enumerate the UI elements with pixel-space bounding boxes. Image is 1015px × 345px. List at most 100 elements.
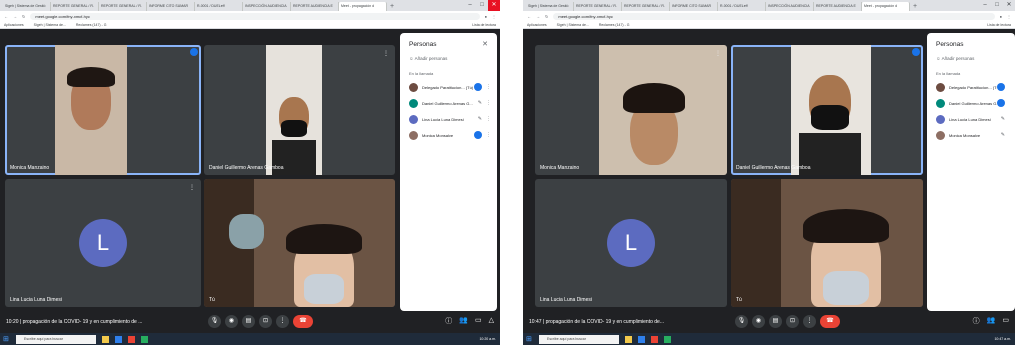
more-options-button[interactable]: ⋮ <box>276 315 289 328</box>
activities-icon[interactable]: △ <box>489 316 494 326</box>
tile-menu-icon[interactable]: ⋮ <box>189 184 195 191</box>
people-row[interactable]: Lina Lucia Luna Dimesi ✎ ⋮ <box>409 113 491 125</box>
video-tile-self[interactable]: Tú <box>204 179 395 307</box>
present-button[interactable]: ⊡ <box>259 315 272 328</box>
video-tile-monica[interactable]: ⋮ Monica Manzaino <box>535 45 727 175</box>
address-bar[interactable]: meet.google.com/fny-xmcf-hyc <box>553 12 995 20</box>
browser-tab[interactable]: REPORTE GENERAL / R. <box>574 2 622 11</box>
row-menu-icon[interactable]: ⋮ <box>486 84 491 90</box>
people-icon[interactable]: 👥 <box>987 316 996 326</box>
tile-menu-icon[interactable]: ⋮ <box>383 50 389 57</box>
profile-icon[interactable]: ● <box>485 14 487 19</box>
video-tile-lina[interactable]: L Lina Lucia Luna Dimesi <box>535 179 727 307</box>
bookmark-reclames[interactable]: Reclames (147) - G <box>76 23 107 27</box>
browser-tab[interactable]: Sigeh | Sistema de Gestió <box>3 2 51 11</box>
taskbar-search[interactable]: Escribe aquí para buscar <box>16 334 96 344</box>
reading-list-link[interactable]: Lista de lectura <box>987 23 1011 27</box>
browser-tab[interactable]: INFORME CITO SUMAR <box>147 2 195 11</box>
chrome-icon[interactable] <box>128 335 135 343</box>
minimize-icon[interactable]: – <box>464 0 476 11</box>
add-people-button[interactable]: ☺ Añadir personas <box>409 56 447 61</box>
end-call-button[interactable]: ☎ <box>293 315 313 328</box>
present-button[interactable]: ⊡ <box>786 315 799 328</box>
chrome-icon[interactable] <box>651 335 658 343</box>
people-row[interactable]: Delegado Paratitucion... (Tú) ⋮ <box>409 81 491 93</box>
bookmark-apps[interactable]: Aplicaciones <box>4 23 24 27</box>
people-row[interactable]: Daniel Guillermo Arenas G... ✎ ⋮ <box>409 97 491 109</box>
close-window-icon[interactable]: ✕ <box>1003 0 1015 11</box>
browser-tab-active[interactable]: Meet - propagación d <box>339 2 387 11</box>
file-explorer-icon[interactable] <box>625 335 632 343</box>
row-menu-icon[interactable]: ⋮ <box>486 132 491 138</box>
chat-icon[interactable]: ▭ <box>1002 316 1009 326</box>
browser-menu-icon[interactable]: ⋮ <box>492 14 496 19</box>
captions-button[interactable]: ▤ <box>769 315 782 328</box>
browser-tab[interactable]: INFORME CITO SUMAR <box>670 2 718 11</box>
edge-icon[interactable] <box>115 335 122 343</box>
edge-icon[interactable] <box>638 335 645 343</box>
people-icon[interactable]: 👥 <box>459 316 468 326</box>
excel-icon[interactable] <box>664 335 671 343</box>
add-people-button[interactable]: ☺ Añadir personas <box>936 56 974 61</box>
people-row[interactable]: Delegado Paratitucion... (Tú) <box>936 81 1009 93</box>
browser-tab[interactable]: REPORTE GENERAL / R. <box>51 2 99 11</box>
video-tile-daniel[interactable]: ⋮ Daniel Guillermo Arenas Gamboa <box>204 45 395 175</box>
minimize-icon[interactable]: – <box>979 0 991 11</box>
row-menu-icon[interactable]: ⋮ <box>486 100 491 106</box>
file-explorer-icon[interactable] <box>102 335 109 343</box>
video-tile-monica[interactable]: Monica Manzaino <box>5 45 201 175</box>
camera-button[interactable]: ◉ <box>225 315 238 328</box>
captions-button[interactable]: ▤ <box>242 315 255 328</box>
browser-tab[interactable]: REPORTE AUDIENCIA E <box>291 2 339 11</box>
windows-start-icon[interactable]: ⊞ <box>526 336 533 343</box>
reload-icon[interactable]: ↻ <box>22 14 25 19</box>
info-icon[interactable]: ⓘ <box>445 316 452 326</box>
bookmark-reclames[interactable]: Reclames (147) - G <box>599 23 630 27</box>
close-window-icon[interactable]: ✕ <box>488 0 500 11</box>
browser-menu-icon[interactable]: ⋮ <box>1007 14 1011 19</box>
people-row[interactable]: Daniel Guillermo Arenas G... <box>936 97 1009 109</box>
close-panel-icon[interactable]: ✕ <box>482 40 488 48</box>
browser-tab[interactable]: REPORTE GENERAL / R. <box>99 2 147 11</box>
people-row[interactable]: Monica Monsalve ✎ <box>936 129 1009 141</box>
new-tab-button[interactable]: + <box>910 2 920 11</box>
reload-icon[interactable]: ↻ <box>545 14 548 19</box>
video-tile-self[interactable]: Tú <box>731 179 923 307</box>
forward-icon[interactable]: → <box>536 14 540 19</box>
video-tile-lina[interactable]: L ⋮ Lina Lucia Luna Dimesi <box>5 179 201 307</box>
windows-start-icon[interactable]: ⊞ <box>3 336 10 343</box>
forward-icon[interactable]: → <box>13 14 17 19</box>
browser-tab[interactable]: INSPECCIÓN AUDIENCIA <box>766 2 814 11</box>
browser-tab[interactable]: R-0001 / DUELeff <box>195 2 243 11</box>
address-bar[interactable]: meet.google.com/fny-xmcf-hyc <box>30 12 480 20</box>
browser-tab[interactable]: REPORTE AUDIENCIA E <box>814 2 862 11</box>
browser-tab[interactable]: R-0001 / DUELeff <box>718 2 766 11</box>
bookmark-sigeh[interactable]: Sigeh | Sistema de... <box>34 23 66 27</box>
camera-button[interactable]: ◉ <box>752 315 765 328</box>
browser-tab[interactable]: REPORTE GENERAL / R. <box>622 2 670 11</box>
tile-menu-icon[interactable]: ⋮ <box>715 50 721 57</box>
end-call-button[interactable]: ☎ <box>820 315 840 328</box>
video-tile-daniel[interactable]: Daniel Guillermo Arenas Gamboa <box>731 45 923 175</box>
info-icon[interactable]: ⓘ <box>973 316 980 326</box>
mic-button[interactable]: 🎙 <box>735 315 748 328</box>
more-options-button[interactable]: ⋮ <box>803 315 816 328</box>
maximize-icon[interactable]: □ <box>991 0 1003 11</box>
excel-icon[interactable] <box>141 335 148 343</box>
bookmark-apps[interactable]: Aplicaciones <box>527 23 547 27</box>
mic-button[interactable]: 🎙 <box>208 315 221 328</box>
browser-tab-active[interactable]: Meet - propagación d <box>862 2 910 11</box>
back-icon[interactable]: ← <box>527 14 531 19</box>
people-row[interactable]: Monica Monsalve ⋮ <box>409 129 491 141</box>
profile-icon[interactable]: ● <box>1000 14 1002 19</box>
row-menu-icon[interactable]: ⋮ <box>486 116 491 122</box>
browser-tab[interactable]: INSPECCIÓN AUDIENCIA <box>243 2 291 11</box>
browser-tab[interactable]: Sigeh | Sistema de Gestió <box>526 2 574 11</box>
bookmark-sigeh[interactable]: Sigeh | Sistema de... <box>557 23 589 27</box>
new-tab-button[interactable]: + <box>387 2 397 11</box>
maximize-icon[interactable]: □ <box>476 0 488 11</box>
chat-icon[interactable]: ▭ <box>475 316 482 326</box>
back-icon[interactable]: ← <box>4 14 8 19</box>
people-row[interactable]: Lina Lucia Luna Dimesi ✎ <box>936 113 1009 125</box>
reading-list-link[interactable]: Lista de lectura <box>472 23 496 27</box>
